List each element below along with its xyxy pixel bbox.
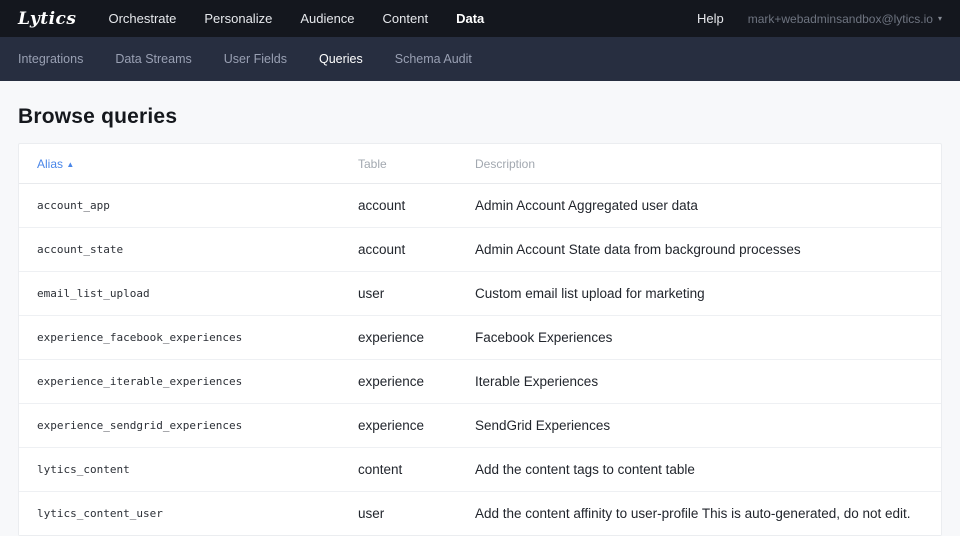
chevron-down-icon: ▾ [938, 15, 942, 23]
page-title: Browse queries [18, 105, 942, 129]
table-cell: account [358, 228, 475, 272]
description-cell: Iterable Experiences [475, 360, 941, 404]
alias-cell: lytics_content_user [19, 492, 358, 536]
description-cell: Admin Account Aggregated user data [475, 184, 941, 228]
lytics-logo[interactable]: Lytics [18, 9, 76, 29]
alias-cell: account_app [19, 184, 358, 228]
table-row[interactable]: lytics_content content Add the content t… [19, 448, 941, 492]
subnav-item-schema-audit[interactable]: Schema Audit [395, 52, 472, 66]
column-header-description[interactable]: Description [475, 144, 941, 184]
alias-cell: lytics_content [19, 448, 358, 492]
query-table-body: account_app account Admin Account Aggreg… [19, 184, 941, 536]
description-cell: Custom email list upload for marketing [475, 272, 941, 316]
table-row[interactable]: experience_sendgrid_experiences experien… [19, 404, 941, 448]
table-row[interactable]: experience_facebook_experiences experien… [19, 316, 941, 360]
data-subnav: Integrations Data Streams User Fields Queri… [0, 37, 960, 81]
top-navigation: Lytics Orchestrate Personalize Audience Con… [0, 0, 960, 37]
subnav-item-queries[interactable]: Queries [319, 52, 363, 66]
table-row[interactable]: lytics_content_user user Add the content… [19, 492, 941, 536]
subnav-item-integrations[interactable]: Integrations [18, 52, 83, 66]
subnav-item-data-streams[interactable]: Data Streams [115, 52, 191, 66]
table-cell: experience [358, 316, 475, 360]
table-row[interactable]: experience_iterable_experiences experien… [19, 360, 941, 404]
help-link[interactable]: Help [697, 11, 724, 26]
table-row[interactable]: email_list_upload user Custom email list… [19, 272, 941, 316]
description-cell: Admin Account State data from background… [475, 228, 941, 272]
primary-nav: Orchestrate Personalize Audience Content Dat… [108, 11, 484, 26]
nav-item-orchestrate[interactable]: Orchestrate [108, 11, 176, 26]
main-content: Browse queries Alias ▲ Table Description… [0, 105, 960, 536]
table-cell: experience [358, 360, 475, 404]
account-menu[interactable]: mark+webadminsandbox@lytics.io ▾ [748, 12, 942, 26]
subnav-item-user-fields[interactable]: User Fields [224, 52, 287, 66]
account-email: mark+webadminsandbox@lytics.io [748, 12, 933, 26]
description-cell: Facebook Experiences [475, 316, 941, 360]
alias-cell: email_list_upload [19, 272, 358, 316]
table-cell: content [358, 448, 475, 492]
description-cell: Add the content affinity to user-profile… [475, 492, 941, 536]
column-header-table[interactable]: Table [358, 144, 475, 184]
nav-item-data[interactable]: Data [456, 11, 484, 26]
description-cell: Add the content tags to content table [475, 448, 941, 492]
nav-item-personalize[interactable]: Personalize [204, 11, 272, 26]
table-cell: user [358, 492, 475, 536]
queries-table: Alias ▲ Table Description account_app ac… [19, 144, 941, 535]
nav-item-audience[interactable]: Audience [300, 11, 354, 26]
alias-cell: experience_iterable_experiences [19, 360, 358, 404]
alias-header-label: Alias [37, 157, 63, 171]
topnav-right: Help mark+webadminsandbox@lytics.io ▾ [697, 11, 942, 26]
sort-asc-icon: ▲ [66, 160, 74, 169]
table-cell: user [358, 272, 475, 316]
nav-item-content[interactable]: Content [383, 11, 429, 26]
alias-cell: experience_sendgrid_experiences [19, 404, 358, 448]
table-row[interactable]: account_app account Admin Account Aggreg… [19, 184, 941, 228]
column-header-alias[interactable]: Alias ▲ [19, 144, 358, 184]
table-row[interactable]: account_state account Admin Account Stat… [19, 228, 941, 272]
table-cell: account [358, 184, 475, 228]
alias-cell: experience_facebook_experiences [19, 316, 358, 360]
alias-cell: account_state [19, 228, 358, 272]
queries-table-card: Alias ▲ Table Description account_app ac… [18, 143, 942, 536]
description-cell: SendGrid Experiences [475, 404, 941, 448]
table-header-row: Alias ▲ Table Description [19, 144, 941, 184]
table-cell: experience [358, 404, 475, 448]
